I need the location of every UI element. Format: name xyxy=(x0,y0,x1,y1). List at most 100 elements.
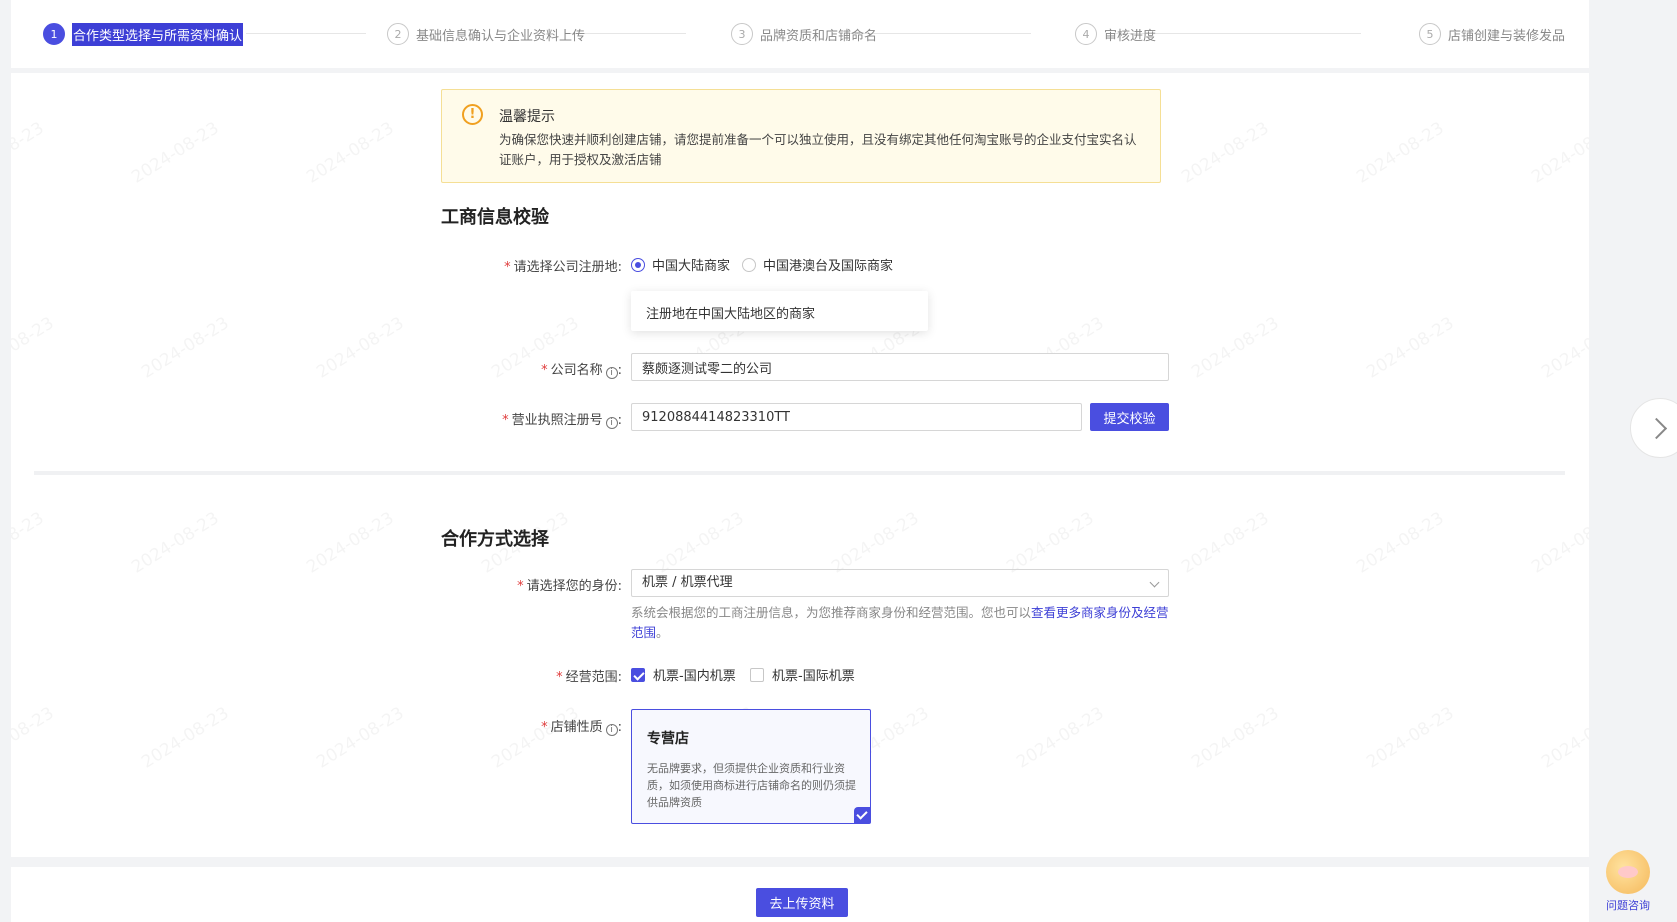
chevron-down-icon xyxy=(1149,577,1160,588)
radio-indicator[interactable] xyxy=(631,257,645,272)
watermark-text: 2024-08-23 xyxy=(128,118,222,187)
steps-bar: 1 合作类型选择与所需资料确认 2 基础信息确认与企业资料上传 3 品牌资质和店… xyxy=(11,0,1589,68)
watermark-text: 2024-08-23 xyxy=(1528,508,1589,577)
watermark-text: 2024-08-23 xyxy=(1538,313,1589,382)
license-number-label-text: 营业执照注册号 xyxy=(511,413,603,428)
watermark-text: 2024-08-23 xyxy=(1003,508,1097,577)
step-label: 基础信息确认与企业资料上传 xyxy=(416,28,586,44)
watermark-text: 2024-08-23 xyxy=(313,703,407,772)
step-1[interactable]: 1 合作类型选择与所需资料确认 xyxy=(43,22,244,46)
watermark-text: 2024-08-23 xyxy=(1528,118,1589,187)
required-mark: * xyxy=(504,260,511,275)
selected-check-icon xyxy=(854,807,870,823)
info-icon[interactable]: i xyxy=(605,417,618,429)
checkbox-indicator[interactable] xyxy=(750,667,764,682)
chevron-right-icon[interactable] xyxy=(1630,398,1677,458)
step-3[interactable]: 3 品牌资质和店铺命名 xyxy=(731,22,877,46)
required-mark: * xyxy=(541,363,548,378)
watermark-text: 2024-08-23 xyxy=(138,703,232,772)
scope-domestic-checkbox[interactable]: 机票-国内机票 xyxy=(631,665,736,684)
watermark-text: 2024-08-23 xyxy=(1538,703,1589,772)
section-divider xyxy=(34,471,1565,475)
identity-label-text: 请选择您的身份: xyxy=(526,579,622,594)
warning-icon: ! xyxy=(462,104,483,125)
watermark-text: 2024-08-23 xyxy=(138,313,232,382)
store-type-description: 无品牌要求，但须提供企业资质和行业资质，如须使用商标进行店铺命名的则仍须提供品牌… xyxy=(647,762,856,809)
watermark-text: 2024-08-23 xyxy=(303,508,397,577)
company-name-label-text: 公司名称 xyxy=(550,363,603,378)
notice-title: 温馨提示 xyxy=(499,109,555,125)
step-label: 合作类型选择与所需资料确认 xyxy=(72,22,244,46)
watermark-text: 2024-08-23 xyxy=(1363,703,1457,772)
store-type-title: 专营店 xyxy=(647,731,689,747)
notice-box: ! 温馨提示 为确保您快速并顺利创建店铺，请您提前准备一个可以独立使用，且没有绑… xyxy=(441,89,1161,183)
required-mark: * xyxy=(541,720,548,735)
checkbox-label: 机票-国内机票 xyxy=(653,669,736,684)
info-icon[interactable]: i xyxy=(605,724,618,736)
region-label-text: 请选择公司注册地: xyxy=(513,260,622,275)
watermark-text: 2024-08-23 xyxy=(1178,508,1272,577)
checkbox-label: 机票-国际机票 xyxy=(772,669,855,684)
watermark-text: 2024-08-23 xyxy=(1188,703,1282,772)
step-number: 4 xyxy=(1075,23,1097,45)
help-text-body: 系统会根据您的工商注册信息，为您推荐商家身份和经营范围。您也可以 xyxy=(631,605,1032,620)
watermark-text: 2024-08-23 xyxy=(11,703,58,772)
help-consult-widget[interactable]: 问题咨询 xyxy=(1597,850,1659,920)
main-card: 2024-08-23 2024-08-23 2024-08-23 2024-08-23… xyxy=(11,73,1589,857)
watermark-text: 2024-08-23 xyxy=(11,313,58,382)
step-4[interactable]: 4 审核进度 xyxy=(1075,22,1156,46)
scope-label: * 经营范围: xyxy=(556,666,622,685)
radio-indicator[interactable] xyxy=(742,257,756,272)
step-number: 3 xyxy=(731,23,753,45)
checkbox-indicator[interactable] xyxy=(631,667,645,682)
license-number-input[interactable] xyxy=(631,403,1082,431)
watermark-text: 2024-08-23 xyxy=(11,118,48,187)
info-icon[interactable]: i xyxy=(605,367,618,379)
identity-help-text: 系统会根据您的工商注册信息，为您推荐商家身份和经营范围。您也可以查看更多商家身份… xyxy=(631,603,1171,643)
store-type-card-specialty[interactable]: 专营店 无品牌要求，但须提供企业资质和行业资质，如须使用商标进行店铺命名的则仍须… xyxy=(631,709,871,824)
watermark-text: 2024-08-23 xyxy=(1353,508,1447,577)
region-radio-international[interactable]: 中国港澳台及国际商家 xyxy=(742,255,893,274)
step-label: 审核进度 xyxy=(1104,28,1157,44)
watermark-text: 2024-08-23 xyxy=(1178,118,1272,187)
watermark-text: 2024-08-23 xyxy=(1363,313,1457,382)
step-2[interactable]: 2 基础信息确认与企业资料上传 xyxy=(387,22,585,46)
identity-label: * 请选择您的身份: xyxy=(517,575,622,594)
license-number-label: * 营业执照注册号 i: xyxy=(502,413,622,429)
company-name-input[interactable] xyxy=(631,353,1169,381)
watermark-text: 2024-08-23 xyxy=(828,508,922,577)
watermark-text: 2024-08-23 xyxy=(1188,313,1282,382)
region-radio-mainland[interactable]: 中国大陆商家 xyxy=(631,255,730,274)
watermark-text: 2024-08-23 xyxy=(1013,703,1107,772)
region-tooltip: 注册地在中国大陆地区的商家 xyxy=(631,291,928,331)
store-type-label-text: 店铺性质 xyxy=(550,720,603,735)
identity-select[interactable]: 机票 / 机票代理 xyxy=(631,569,1169,597)
upload-documents-button[interactable]: 去上传资料 xyxy=(756,888,848,917)
step-5[interactable]: 5 店铺创建与装修发品 xyxy=(1419,22,1565,46)
region-label: * 请选择公司注册地: xyxy=(504,256,622,275)
watermark-text: 2024-08-23 xyxy=(488,703,582,772)
watermark-text: 2024-08-23 xyxy=(313,313,407,382)
notice-text: 为确保您快速并顺利创建店铺，请您提前准备一个可以独立使用，且没有绑定其他任何淘宝… xyxy=(499,132,1137,167)
help-text-end: 。 xyxy=(656,625,669,640)
step-number: 1 xyxy=(43,23,65,45)
cooperation-section-title: 合作方式选择 xyxy=(441,529,549,550)
radio-label: 中国大陆商家 xyxy=(652,259,731,274)
help-consult-label: 问题咨询 xyxy=(1606,899,1650,912)
company-name-label: * 公司名称 i: xyxy=(541,363,622,379)
scope-label-text: 经营范围: xyxy=(565,670,622,685)
required-mark: * xyxy=(502,413,509,428)
scope-international-checkbox[interactable]: 机票-国际机票 xyxy=(750,665,855,684)
watermark-text: 2024-08-23 xyxy=(11,508,48,577)
required-mark: * xyxy=(517,579,524,594)
required-mark: * xyxy=(556,670,563,685)
identity-select-value: 机票 / 机票代理 xyxy=(642,575,733,590)
submit-verify-button[interactable]: 提交校验 xyxy=(1090,403,1169,431)
watermark-text: 2024-08-23 xyxy=(1353,118,1447,187)
step-number: 5 xyxy=(1419,23,1441,45)
step-label: 品牌资质和店铺命名 xyxy=(760,28,878,44)
radio-label: 中国港澳台及国际商家 xyxy=(763,259,894,274)
watermark-text: 2024-08-23 xyxy=(653,508,747,577)
store-type-label: * 店铺性质 i: xyxy=(541,720,622,736)
business-section-title: 工商信息校验 xyxy=(441,207,549,228)
